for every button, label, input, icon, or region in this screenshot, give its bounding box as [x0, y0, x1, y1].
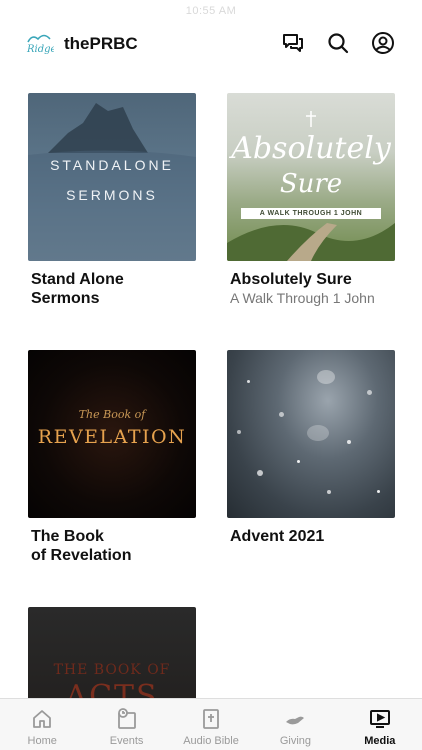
- media-card-advent-2021[interactable]: Advent 2021: [227, 350, 397, 546]
- tab-home[interactable]: Home: [0, 699, 84, 750]
- tab-audio-bible[interactable]: Audio Bible: [169, 699, 253, 750]
- artwork-line1: Absolutely: [231, 131, 391, 166]
- logo-text: Ridge: [26, 44, 54, 55]
- status-time: 10:55 AM: [185, 5, 237, 17]
- artwork-book-of-revelation: The Book of REVELATION: [28, 350, 196, 518]
- artwork-line2: ACTS: [65, 679, 159, 698]
- media-card-absolutely-sure[interactable]: Absolutely Sure A WALK THROUGH 1 JOHN Ab…: [227, 93, 397, 307]
- tab-label: Audio Bible: [183, 735, 239, 747]
- status-bar: 10:55 AM: [0, 0, 422, 22]
- media-title: Advent 2021: [230, 528, 325, 545]
- tab-label: Media: [364, 735, 396, 747]
- media-title: The Book of Revelation: [31, 528, 132, 564]
- media-title: Absolutely Sure: [230, 271, 352, 288]
- church-logo[interactable]: Ridge: [24, 30, 57, 56]
- chat-icon[interactable]: [280, 30, 306, 56]
- media-grid: STANDALONE SERMONS Stand Alone Sermons A…: [0, 93, 422, 698]
- giving-icon: [286, 716, 305, 725]
- profile-icon[interactable]: [370, 30, 396, 56]
- media-icon: [369, 710, 390, 728]
- artwork-standalone-sermons: STANDALONE SERMONS: [28, 93, 196, 261]
- media-card-book-of-revelation[interactable]: The Book of REVELATION The Book of Revel…: [28, 350, 198, 565]
- events-icon: [117, 708, 136, 729]
- artwork-absolutely-sure: Absolutely Sure A WALK THROUGH 1 JOHN: [227, 93, 395, 261]
- artwork-line2: Sure: [279, 169, 343, 199]
- media-card-book-of-acts[interactable]: THE BOOK OF ACTS: [28, 607, 198, 698]
- app-title: thePRBC: [64, 34, 138, 53]
- bible-icon: [203, 709, 219, 729]
- tab-label: Home: [27, 735, 57, 747]
- artwork-line1: The Book of: [78, 408, 146, 421]
- artwork-line1: STANDALONE: [50, 157, 174, 173]
- media-subtitle: A Walk Through 1 John: [230, 290, 375, 306]
- artwork-line2: REVELATION: [37, 426, 187, 448]
- artwork-advent-2021: [227, 350, 395, 518]
- tab-events[interactable]: Events: [84, 699, 168, 750]
- media-title: Stand Alone Sermons: [31, 271, 124, 307]
- tab-bar: Home Events Audio Bible Giving Media: [0, 698, 422, 750]
- media-card-standalone-sermons[interactable]: STANDALONE SERMONS Stand Alone Sermons: [28, 93, 198, 308]
- tab-media[interactable]: Media: [338, 699, 422, 750]
- search-icon[interactable]: [325, 30, 351, 56]
- tab-giving[interactable]: Giving: [253, 699, 337, 750]
- artwork-line1: THE BOOK OF: [53, 662, 171, 678]
- home-icon: [33, 710, 52, 728]
- tab-label: Giving: [279, 735, 312, 747]
- app-header: Ridge thePRBC: [0, 22, 422, 66]
- artwork-band: A WALK THROUGH 1 JOHN: [241, 208, 381, 219]
- artwork-book-of-acts: THE BOOK OF ACTS: [28, 607, 196, 698]
- artwork-line2: SERMONS: [66, 187, 158, 203]
- tab-label: Events: [109, 735, 144, 747]
